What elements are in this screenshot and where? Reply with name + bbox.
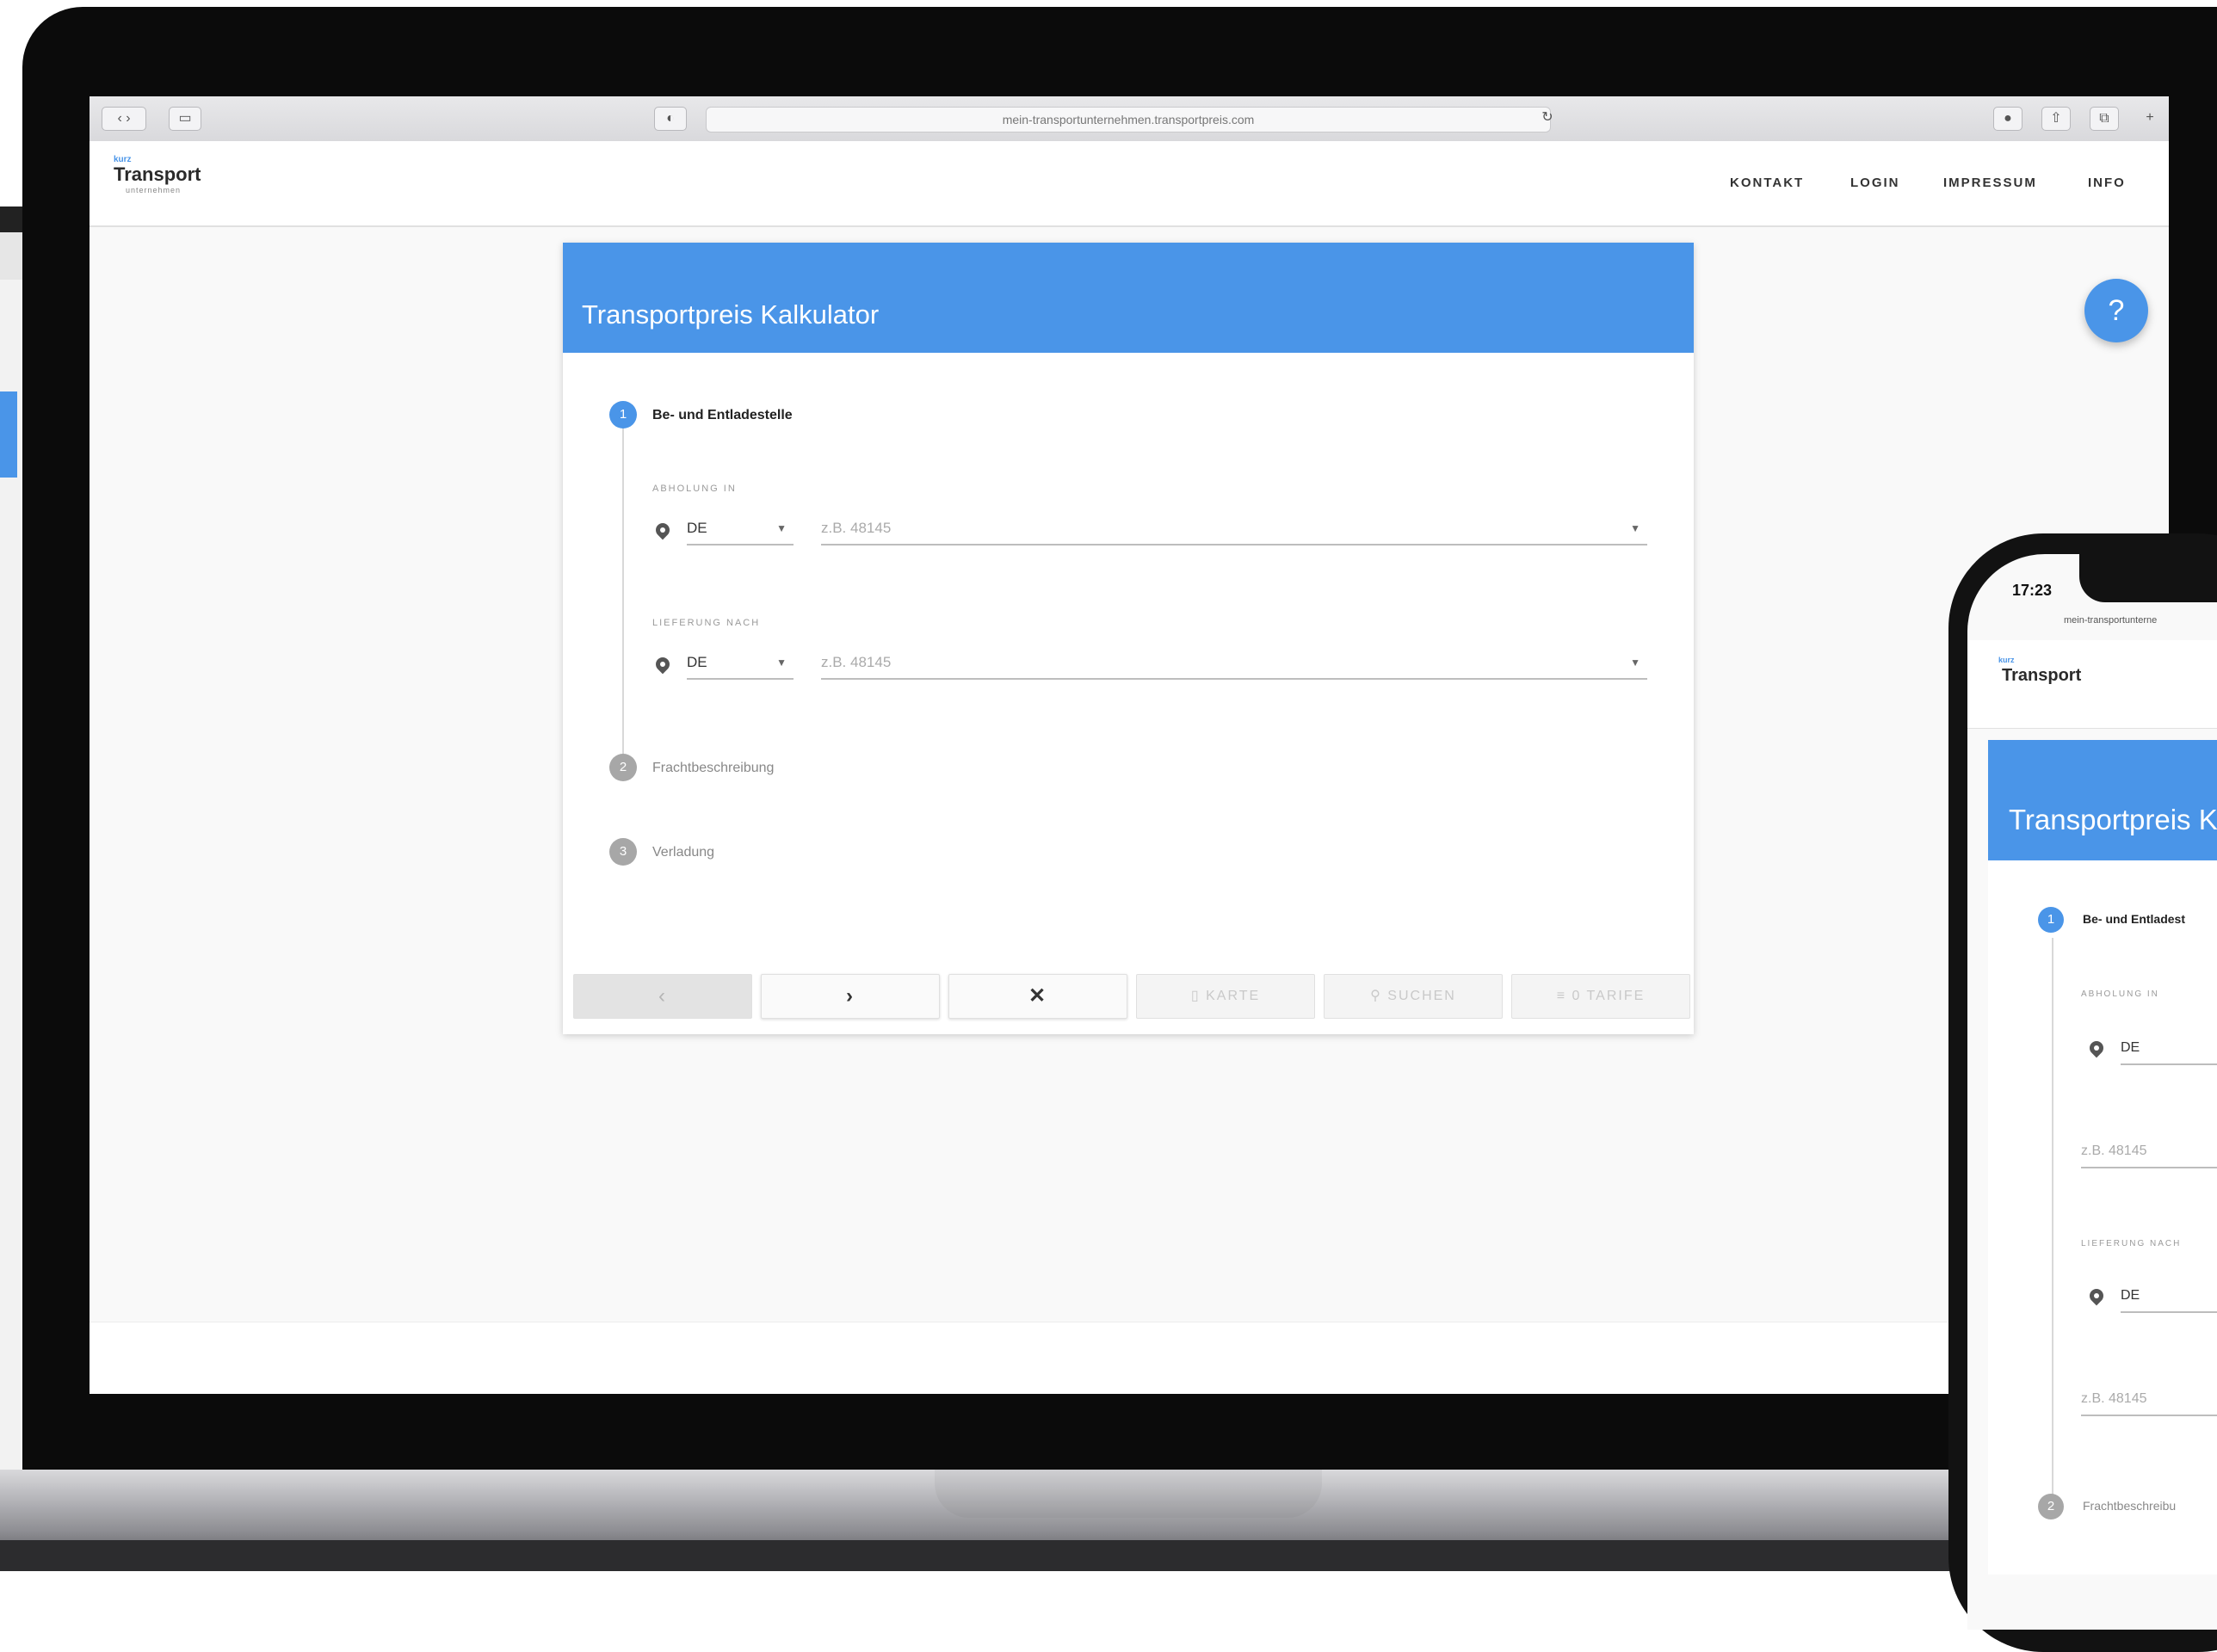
help-button[interactable]: ?	[2084, 279, 2148, 342]
phone-step-1-indicator[interactable]: 1	[2038, 907, 2064, 933]
nav-login[interactable]: LOGIN	[1850, 176, 1900, 190]
chevron-down-icon: ▼	[776, 522, 787, 534]
phone-delivery-country-select[interactable]: DE	[2121, 1280, 2217, 1313]
tabs-icon[interactable]: ⧉	[2090, 107, 2119, 131]
phone-delivery-label: LIEFERUNG NACH	[2081, 1239, 2182, 1248]
delivery-zip-placeholder: z.B. 48145	[821, 654, 892, 670]
pickup-zip-input[interactable]: z.B. 48145 ▼	[821, 513, 1647, 546]
phone-delivery-zip-placeholder: z.B. 48145	[2081, 1391, 2147, 1406]
stepper-line	[622, 423, 624, 767]
phone-status-time: 17:23	[2012, 582, 2053, 599]
step-1-label[interactable]: Be- und Entladestelle	[652, 408, 793, 423]
phone-delivery-zip-input[interactable]: z.B. 48145	[2081, 1384, 2217, 1416]
phone-step-2-indicator[interactable]: 2	[2038, 1494, 2064, 1519]
step-2-label[interactable]: Frachtbeschreibung	[652, 761, 774, 776]
tablet-blue-panel	[0, 391, 17, 478]
nav-info[interactable]: INFO	[2088, 176, 2126, 190]
search-icon: ⚲	[1370, 989, 1388, 1003]
tariffs-button[interactable]: ≡ 0 TARIFE	[1511, 974, 1690, 1019]
new-tab-icon[interactable]: +	[2138, 107, 2162, 129]
step-1-indicator[interactable]: 1	[609, 401, 637, 428]
calculator-card: Transportpreis Kalkulator 1 Be- und Entl…	[563, 243, 1694, 1034]
step-2-indicator[interactable]: 2	[609, 754, 637, 781]
address-bar[interactable]: mein-transportunternehmen.transportpreis…	[706, 107, 1551, 133]
phone-pickup-zip-input[interactable]: z.B. 48145	[2081, 1136, 2217, 1168]
browser-toolbar: ‹ › ▭ ◐ mein-transportunternehmen.transp…	[90, 96, 2169, 142]
delivery-country-value: DE	[687, 654, 707, 670]
phone-calculator-header	[1988, 740, 2217, 860]
pickup-location-pin-icon	[652, 520, 673, 540]
site-logo[interactable]: Transport	[114, 163, 201, 186]
delivery-zip-input[interactable]: z.B. 48145 ▼	[821, 647, 1647, 680]
laptop-screen: ‹ › ▭ ◐ mein-transportunternehmen.transp…	[90, 96, 2169, 1394]
phone-calculator-title: Transportpreis K	[2009, 804, 2217, 835]
phone-address-bar[interactable]: mein-transportunterne	[2064, 615, 2157, 626]
map-button[interactable]: ▯ KARTE	[1136, 974, 1315, 1019]
phone-pickup-country-select[interactable]: DE	[2121, 1032, 2217, 1065]
phone-pickup-zip-placeholder: z.B. 48145	[2081, 1143, 2147, 1158]
phone-site-logo[interactable]: Transport	[2002, 666, 2081, 686]
logo-subtitle: unternehmen	[126, 186, 182, 194]
delivery-country-select[interactable]: DE ▼	[687, 647, 794, 680]
laptop-base-shadow	[0, 1540, 2217, 1571]
pickup-country-value: DE	[687, 520, 707, 536]
back-forward-buttons[interactable]: ‹ ›	[102, 107, 146, 131]
tariffs-button-label: 0 TARIFE	[1572, 989, 1646, 1003]
next-button[interactable]: ›	[761, 974, 940, 1019]
search-button-label: SUCHEN	[1387, 989, 1456, 1003]
nav-kontakt[interactable]: KONTAKT	[1730, 176, 1804, 190]
step-3-indicator[interactable]: 3	[609, 838, 637, 866]
site-header: kurz Transport unternehmen KONTAKT LOGIN…	[90, 141, 2169, 227]
calculator-title: Transportpreis Kalkulator	[582, 299, 880, 330]
phone-logo-superscript: kurz	[1998, 656, 2015, 664]
map-button-label: KARTE	[1206, 989, 1261, 1003]
laptop-notch	[935, 1470, 1322, 1518]
share-icon[interactable]: ⇧	[2041, 107, 2071, 131]
chevron-down-icon: ▼	[1630, 656, 1640, 669]
pickup-label: ABHOLUNG IN	[652, 484, 737, 494]
phone-stepper-line	[2052, 938, 2053, 1506]
delivery-location-pin-icon	[652, 654, 673, 675]
phone-notch	[2079, 551, 2217, 602]
phone-pickup-country-value: DE	[2121, 1040, 2140, 1055]
list-icon: ≡	[1556, 989, 1572, 1003]
chevron-down-icon: ▼	[776, 656, 787, 669]
prev-button[interactable]: ‹	[573, 974, 752, 1019]
map-icon: ▯	[1190, 989, 1207, 1003]
phone-step-2-label[interactable]: Frachtbeschreibu	[2083, 1499, 2176, 1513]
phone-pickup-label: ABHOLUNG IN	[2081, 989, 2159, 999]
search-button[interactable]: ⚲ SUCHEN	[1324, 974, 1503, 1019]
pickup-zip-placeholder: z.B. 48145	[821, 520, 892, 536]
clear-button[interactable]: ✕	[948, 974, 1127, 1019]
phone-step-1-label[interactable]: Be- und Entladest	[2083, 912, 2185, 926]
phone-delivery-country-value: DE	[2121, 1288, 2140, 1303]
pickup-country-select[interactable]: DE ▼	[687, 513, 794, 546]
step-3-label[interactable]: Verladung	[652, 845, 714, 860]
chevron-down-icon: ▼	[1630, 522, 1640, 534]
extension-icon[interactable]: ●	[1993, 107, 2022, 131]
privacy-shield-icon[interactable]: ◐	[654, 107, 687, 131]
phone-calculator-card	[1988, 860, 2217, 1575]
nav-impressum[interactable]: IMPRESSUM	[1943, 176, 2037, 190]
reload-icon[interactable]: ↻	[1535, 107, 1559, 129]
page-footer	[90, 1322, 2169, 1394]
delivery-label: LIEFERUNG NACH	[652, 618, 761, 628]
calculator-header: Transportpreis Kalkulator	[563, 243, 1694, 353]
sidebar-toggle-icon[interactable]: ▭	[169, 107, 201, 131]
